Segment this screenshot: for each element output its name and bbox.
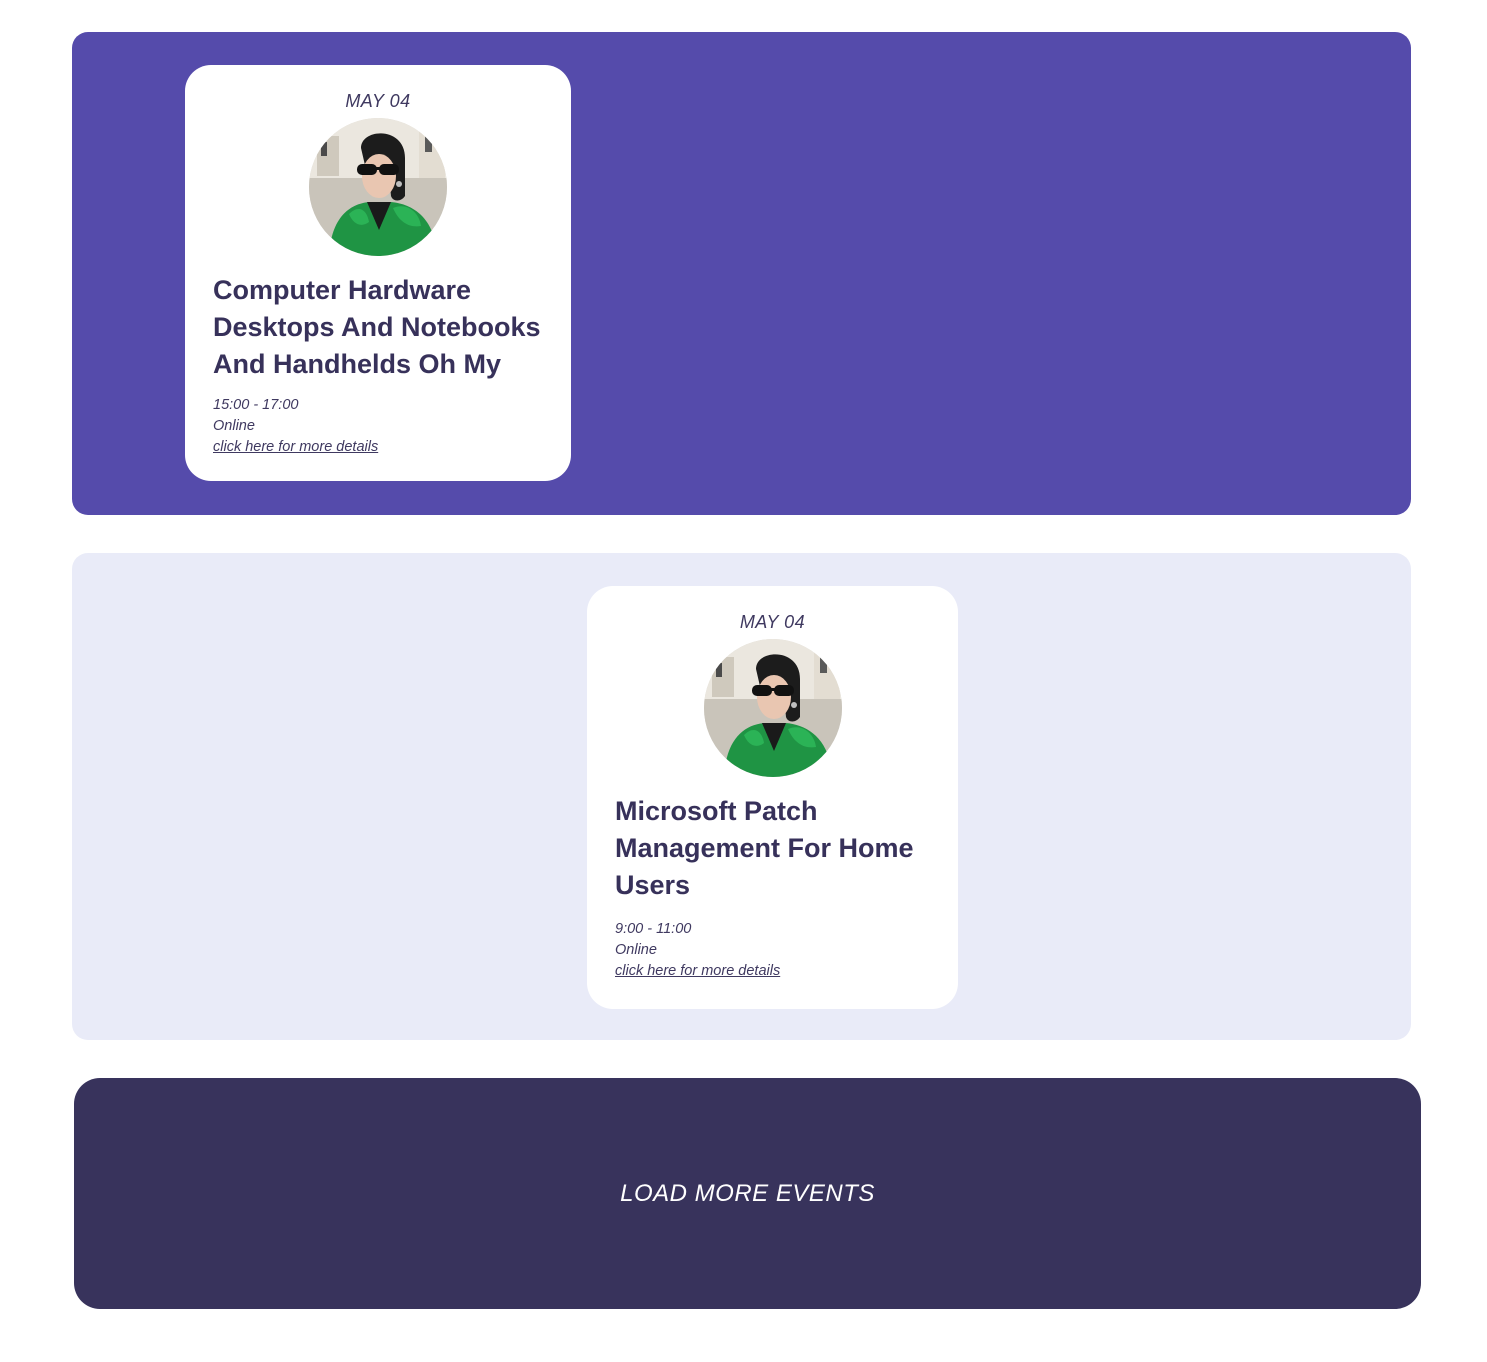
event-card: MAY 04 Computer Hardware Desktops And No… [185,65,571,481]
event-time: 15:00 - 17:00 [213,397,299,413]
event-location: Online [213,418,255,434]
event-location: Online [615,942,657,958]
event-section-featured: MAY 04 Computer Hardware Desktops And No… [72,32,1411,515]
event-title[interactable]: Microsoft Patch Management For Home User… [615,793,938,904]
load-more-events-button[interactable]: LOAD MORE EVENTS [74,1078,1421,1309]
event-host-avatar [309,118,447,256]
event-host-avatar [704,639,842,777]
event-details-link[interactable]: click here for more details [615,961,780,982]
event-card: MAY 04 Microsoft Patch Management For Ho… [587,586,958,1009]
event-date: MAY 04 [345,91,411,111]
load-more-label: LOAD MORE EVENTS [620,1179,875,1207]
event-date: MAY 04 [739,612,806,632]
event-title[interactable]: Computer Hardware Desktops And Notebooks… [213,272,551,383]
event-time: 9:00 - 11:00 [615,921,692,937]
event-section-list: MAY 04 Microsoft Patch Management For Ho… [72,553,1411,1040]
event-details-link[interactable]: click here for more details [213,437,378,458]
event-meta: 9:00 - 11:00 Online click here for more … [615,919,780,982]
event-meta: 15:00 - 17:00 Online click here for more… [213,395,378,458]
